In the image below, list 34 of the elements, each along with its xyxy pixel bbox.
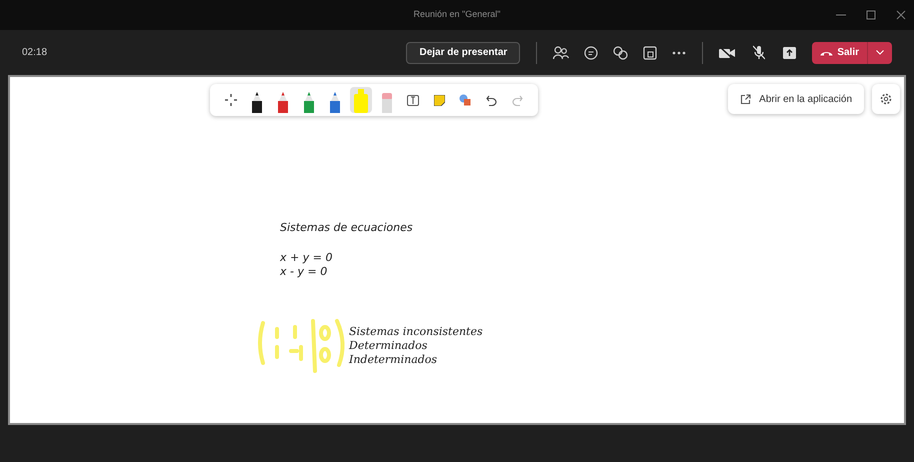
window-title: Reunión en "General" — [414, 8, 500, 22]
more-icon[interactable] — [672, 50, 686, 54]
board-note: Sistemas inconsistentes — [349, 325, 483, 339]
marker-icon[interactable] — [303, 91, 315, 113]
board-heading: Sistemas de ecuaciones — [280, 220, 413, 236]
chevron-down-icon — [876, 50, 884, 55]
close-icon[interactable] — [896, 10, 906, 20]
maximize-icon[interactable] — [866, 10, 876, 20]
move-icon[interactable] — [224, 93, 238, 107]
rooms-icon[interactable] — [643, 46, 658, 60]
sticky-note-icon[interactable] — [434, 94, 444, 106]
undo-icon[interactable] — [486, 94, 496, 106]
phone-icon — [820, 50, 834, 56]
settings-icon — [880, 93, 892, 105]
shapes-icon[interactable] — [459, 94, 471, 106]
reactions-icon[interactable] — [613, 46, 628, 60]
board-note: Indeterminados — [349, 353, 438, 367]
meeting-timer: 02:18 — [22, 46, 48, 60]
marker-icon[interactable] — [329, 91, 341, 113]
stop-presenting-button[interactable]: Dejar de presentar — [406, 42, 520, 64]
settings-button[interactable] — [872, 84, 900, 114]
board-note: Determinados — [349, 339, 428, 353]
marker-icon[interactable] — [251, 91, 263, 113]
chat-icon[interactable] — [584, 46, 598, 60]
share-icon[interactable] — [783, 46, 796, 58]
mic-off-icon[interactable] — [753, 45, 766, 60]
equation: x + y = 0 — [280, 250, 334, 264]
marker-icon[interactable] — [277, 91, 289, 113]
camera-off-icon[interactable] — [719, 46, 736, 58]
text-box-icon[interactable] — [407, 94, 419, 106]
open-in-app-button[interactable]: Abrir en la aplicación — [728, 84, 864, 114]
external-link-icon — [740, 94, 752, 104]
people-icon[interactable] — [553, 46, 570, 60]
equation: x - y = 0 — [280, 264, 328, 278]
